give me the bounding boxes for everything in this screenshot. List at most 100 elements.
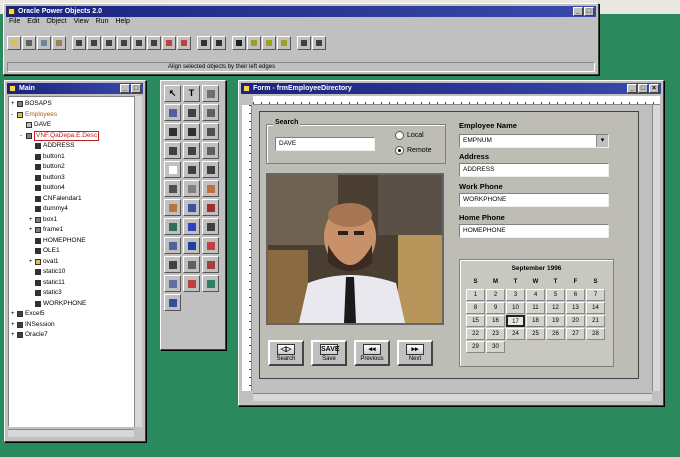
tree-item[interactable]: OLE1 <box>29 247 60 255</box>
calendar-day[interactable]: 6 <box>566 289 585 301</box>
calendar-day[interactable]: 27 <box>566 328 585 340</box>
calendar-day[interactable]: 20 <box>566 315 585 327</box>
address-field[interactable]: ADDRESS <box>459 163 609 177</box>
cut-icon[interactable] <box>22 36 36 50</box>
main-titlebar[interactable]: Oracle Power Objects 2.0 _ □ <box>6 6 596 17</box>
pencil-tool-icon[interactable] <box>183 104 200 121</box>
save-button[interactable]: SAVE Save <box>311 340 347 366</box>
repeater-tool-icon[interactable] <box>164 180 181 197</box>
calendar-day[interactable]: 4 <box>526 289 545 301</box>
calendar-day[interactable]: 29 <box>466 341 485 353</box>
tree-item[interactable]: static3 <box>29 289 62 297</box>
help-context-icon[interactable] <box>312 36 326 50</box>
calendar-day[interactable]: 13 <box>566 302 585 314</box>
calendar-day[interactable]: 10 <box>506 302 525 314</box>
calendar-day[interactable]: 2 <box>486 289 505 301</box>
globe-tool-icon[interactable] <box>183 237 200 254</box>
button-tool-icon[interactable] <box>202 123 219 140</box>
calendar-day[interactable]: 14 <box>586 302 605 314</box>
vbx-tool-icon[interactable] <box>164 237 181 254</box>
calendar-day[interactable]: 9 <box>486 302 505 314</box>
calendar-control[interactable]: September 1996 S M T W T F S 1 2 3 4 5 6 7 8 9 10 11 12 13 1… <box>459 259 614 367</box>
calendar-day[interactable]: 12 <box>546 302 565 314</box>
calendar-day[interactable]: 23 <box>486 328 505 340</box>
list-tool-icon[interactable] <box>202 161 219 178</box>
calendar-day[interactable]: 30 <box>486 341 505 353</box>
employee-photo[interactable] <box>266 173 444 325</box>
report-tool-icon[interactable] <box>202 199 219 216</box>
form-vertical-scrollbar[interactable] <box>652 105 660 391</box>
help-index-icon[interactable] <box>297 36 311 50</box>
tree-item[interactable]: button3 <box>29 174 65 182</box>
help-tool-icon[interactable] <box>164 294 181 311</box>
tree-horizontal-scrollbar[interactable] <box>8 429 134 437</box>
calendar-day[interactable]: 26 <box>546 328 565 340</box>
grid-tool-icon[interactable] <box>183 180 200 197</box>
calendar-day[interactable]: 16 <box>486 315 505 327</box>
slider-tool-icon[interactable] <box>183 161 200 178</box>
form-maximize-button[interactable]: □ <box>638 84 648 93</box>
query-icon[interactable] <box>277 36 291 50</box>
tree-vertical-scrollbar[interactable] <box>134 96 142 427</box>
copy-icon[interactable] <box>37 36 51 50</box>
run-form-icon[interactable] <box>197 36 211 50</box>
tree-item[interactable]: + frame1 <box>29 226 63 234</box>
calendar-day[interactable]: 28 <box>586 328 605 340</box>
tree-item[interactable]: + INSession <box>11 321 55 329</box>
tree-item[interactable]: static11 <box>29 279 65 287</box>
pointer-icon[interactable]: ↖ <box>164 85 181 102</box>
tree-item[interactable]: DAVE <box>20 121 51 129</box>
calendar-day[interactable]: 15 <box>466 315 485 327</box>
tree-item[interactable]: button2 <box>29 163 65 171</box>
oval-tool-icon[interactable] <box>164 256 181 273</box>
tree-item[interactable]: + oval1 <box>29 258 59 266</box>
calendar-day[interactable]: 17 <box>506 315 525 327</box>
bring-front-icon[interactable] <box>162 36 176 50</box>
send-back-icon[interactable] <box>177 36 191 50</box>
calendar-day[interactable]: 5 <box>546 289 565 301</box>
calendar-day[interactable]: 19 <box>546 315 565 327</box>
paste-icon[interactable] <box>52 36 66 50</box>
radio-remote[interactable]: Remote <box>395 146 432 155</box>
menu-run[interactable]: Run <box>96 18 109 29</box>
arrow-tool-icon[interactable] <box>183 256 200 273</box>
minimize-button[interactable]: _ <box>573 7 583 16</box>
tree-item[interactable]: ADDRESS <box>29 142 74 150</box>
image-tool-icon[interactable] <box>202 85 219 102</box>
tab-tool-icon[interactable] <box>164 218 181 235</box>
tree-maximize-button[interactable]: □ <box>131 84 141 93</box>
object-list-icon[interactable] <box>247 36 261 50</box>
menu-file[interactable]: File <box>9 18 20 29</box>
text-tool-icon[interactable]: T <box>183 85 200 102</box>
calendar-day[interactable]: 21 <box>586 315 605 327</box>
calendar-day[interactable]: 18 <box>526 315 545 327</box>
tree-item[interactable]: + BOSAPS <box>11 100 52 108</box>
table-browse-icon[interactable] <box>262 36 276 50</box>
tree-minimize-button[interactable]: _ <box>120 84 130 93</box>
frame-tool-icon[interactable] <box>183 218 200 235</box>
menu-help[interactable]: Help <box>115 18 129 29</box>
form-titlebar[interactable]: Form - frmEmployeeDirectory _ □ × <box>241 83 661 94</box>
debug-icon[interactable] <box>212 36 226 50</box>
graph-tool-icon[interactable] <box>202 237 219 254</box>
form-minimize-button[interactable]: _ <box>627 84 637 93</box>
tree-item[interactable]: button1 <box>29 153 65 161</box>
save-icon[interactable] <box>7 36 21 50</box>
form-close-button[interactable]: × <box>649 84 659 93</box>
tree-item[interactable]: - VNF.QaDepa.E.Desc <box>20 130 100 141</box>
calendar-day[interactable]: 7 <box>586 289 605 301</box>
scrollbar-tool-icon[interactable] <box>202 142 219 159</box>
radio-local[interactable]: Local <box>395 131 424 140</box>
calendar-day[interactable]: 1 <box>466 289 485 301</box>
property-sheet-icon[interactable] <box>232 36 246 50</box>
work-phone-field[interactable]: WORKPHONE <box>459 193 609 207</box>
radio-tool-icon[interactable] <box>164 123 181 140</box>
checkbox-tool-icon[interactable] <box>183 123 200 140</box>
align-left-icon[interactable] <box>72 36 86 50</box>
tree-item[interactable]: dummy4 <box>29 205 68 213</box>
combo-tool-icon[interactable] <box>164 142 181 159</box>
calendar-day[interactable]: 24 <box>506 328 525 340</box>
align-right-icon[interactable] <box>87 36 101 50</box>
ole-tool-icon[interactable] <box>164 104 181 121</box>
extra-tool-icon[interactable] <box>202 275 219 292</box>
